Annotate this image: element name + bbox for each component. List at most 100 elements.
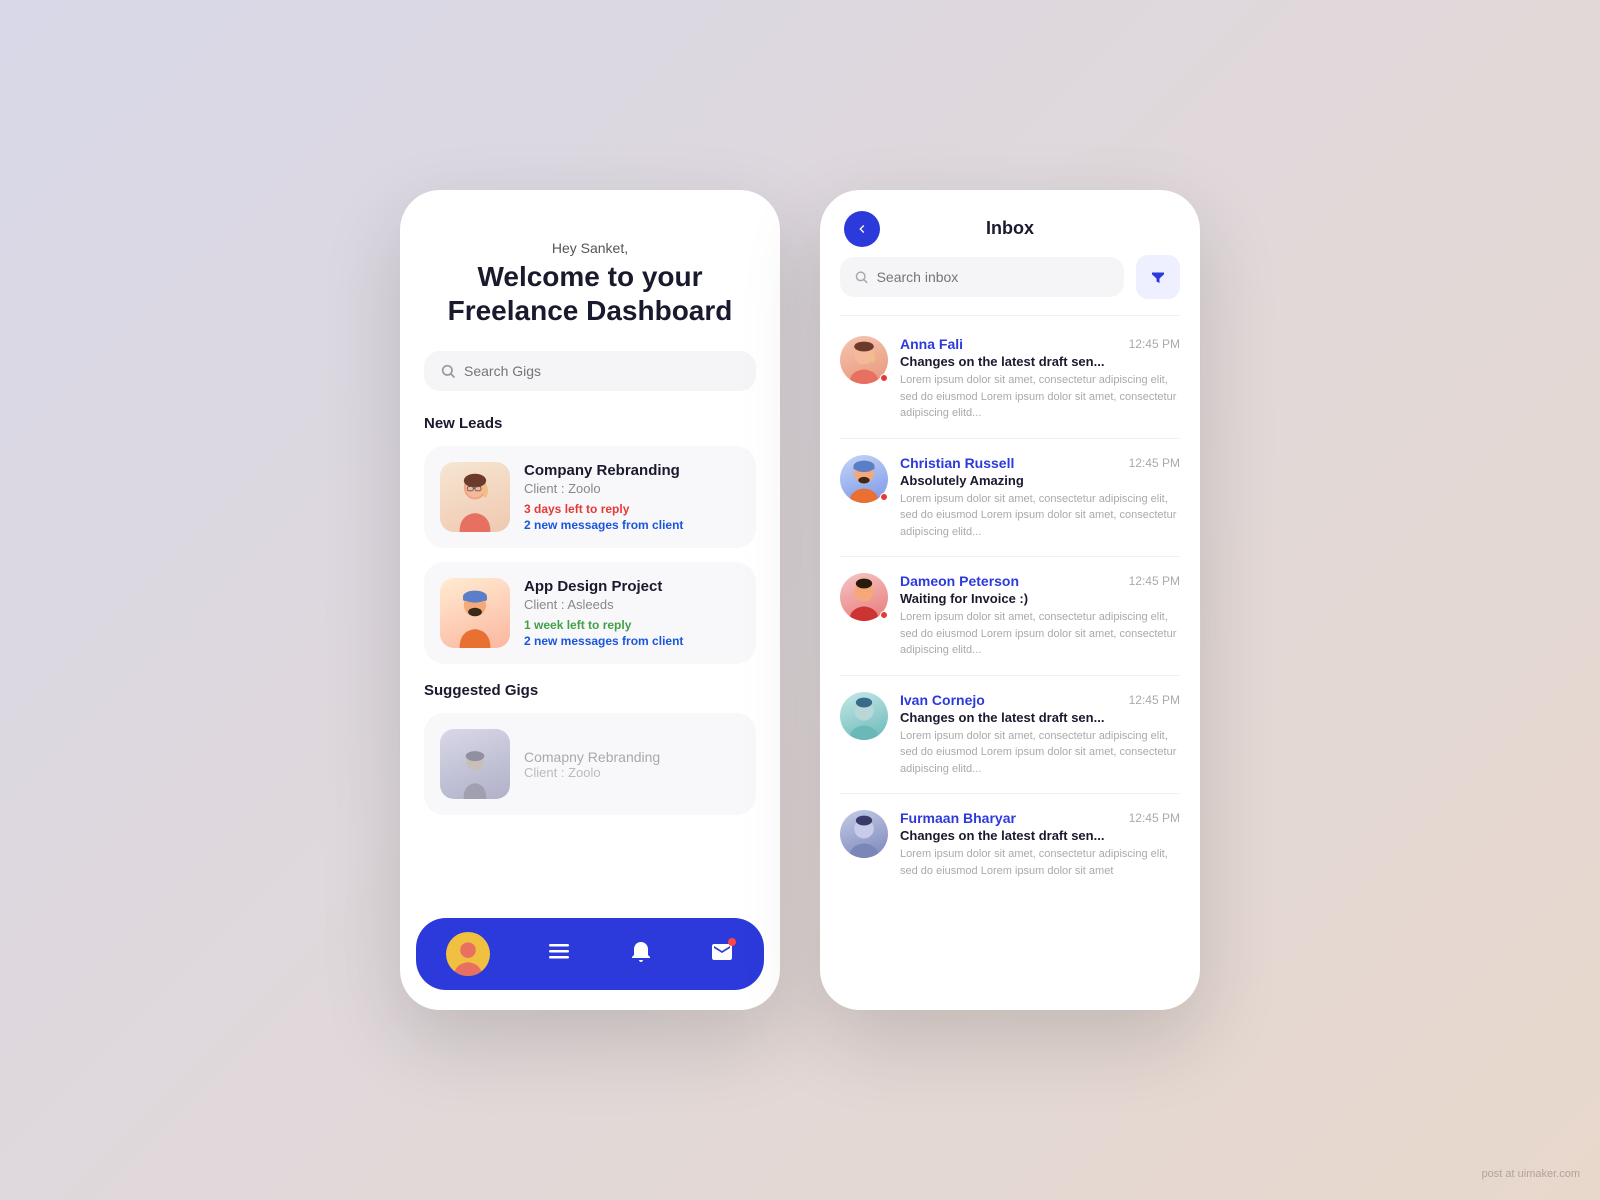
filter-button[interactable] — [1136, 255, 1180, 299]
unread-dot-0 — [880, 374, 888, 382]
inbox-item-3[interactable]: Ivan Cornejo 12:45 PM Changes on the lat… — [840, 676, 1180, 795]
inbox-item-1[interactable]: Christian Russell 12:45 PM Absolutely Am… — [840, 439, 1180, 558]
unread-dot-1 — [880, 493, 888, 501]
nav-bell-wrapper — [629, 940, 653, 969]
watermark: post at uimaker.com — [1482, 1168, 1580, 1180]
suggested-info-1: Comapny Rebranding Client : Zoolo — [524, 749, 740, 780]
filter-icon — [1149, 268, 1167, 286]
suggested-title: Suggested Gigs — [424, 682, 756, 699]
lead-messages-2: 2 new messages from client — [524, 634, 740, 648]
inbox-content-4: Furmaan Bharyar 12:45 PM Changes on the … — [900, 810, 1180, 879]
inbox-row1-3: Ivan Cornejo 12:45 PM — [900, 692, 1180, 708]
inbox-header: Inbox — [820, 190, 1200, 255]
lead-card-1[interactable]: Company Rebranding Client : Zoolo 3 days… — [424, 446, 756, 548]
christian-russell-avatar — [844, 459, 884, 503]
inbox-row1-1: Christian Russell 12:45 PM — [900, 455, 1180, 471]
inbox-content-1: Christian Russell 12:45 PM Absolutely Am… — [900, 455, 1180, 541]
inbox-time-0: 12:45 PM — [1129, 337, 1180, 351]
inbox-time-1: 12:45 PM — [1129, 456, 1180, 470]
lead-title-1: Company Rebranding — [524, 462, 740, 479]
person-illustration-1 — [445, 472, 505, 532]
suggested-avatar-1 — [440, 729, 510, 799]
inbox-title: Inbox — [986, 218, 1034, 239]
inbox-row1-4: Furmaan Bharyar 12:45 PM — [900, 810, 1180, 826]
back-icon — [854, 221, 870, 237]
inbox-avatar-3 — [840, 692, 888, 740]
suggested-section: Suggested Gigs Comapny Rebranding Client… — [424, 682, 756, 815]
inbox-search-input[interactable] — [877, 269, 1110, 285]
new-leads-title: New Leads — [424, 415, 756, 432]
greeting: Hey Sanket, Welcome to yourFreelance Das… — [424, 240, 756, 327]
lead-avatar-2 — [440, 578, 510, 648]
lead-title-2: App Design Project — [524, 578, 740, 595]
inbox-preview-3: Lorem ipsum dolor sit amet, consectetur … — [900, 728, 1180, 778]
nav-avatar[interactable] — [446, 932, 490, 976]
inbox-search-bar[interactable] — [840, 257, 1124, 297]
unread-dot-2 — [880, 611, 888, 619]
ivan-cornejo-avatar — [844, 696, 884, 740]
inbox-subject-2: Waiting for Invoice :) — [900, 591, 1180, 606]
dameon-peterson-avatar — [844, 577, 884, 621]
furmaan-bharyar-avatar — [844, 814, 884, 858]
lead-client-1: Client : Zoolo — [524, 481, 740, 496]
inbox-row1-2: Dameon Peterson 12:45 PM — [900, 573, 1180, 589]
nav-menu-icon[interactable] — [547, 939, 571, 969]
inbox-search-icon — [854, 269, 869, 285]
person-illustration-2 — [445, 588, 505, 648]
inbox-time-4: 12:45 PM — [1129, 811, 1180, 825]
inbox-subject-0: Changes on the latest draft sen... — [900, 354, 1180, 369]
suggested-card-1[interactable]: Comapny Rebranding Client : Zoolo — [424, 713, 756, 815]
inbox-search-row — [820, 255, 1200, 315]
greeting-main: Welcome to yourFreelance Dashboard — [424, 260, 756, 327]
nav-mail-dot — [728, 938, 736, 946]
nav-profile-icon — [449, 938, 487, 976]
inbox-time-2: 12:45 PM — [1129, 574, 1180, 588]
lead-messages-1: 2 new messages from client — [524, 518, 740, 532]
lead-deadline-2: 1 week left to reply — [524, 618, 740, 632]
lead-info-2: App Design Project Client : Asleeds 1 we… — [524, 578, 740, 648]
inbox-subject-3: Changes on the latest draft sen... — [900, 710, 1180, 725]
inbox-name-2: Dameon Peterson — [900, 573, 1019, 589]
inbox-subject-4: Changes on the latest draft sen... — [900, 828, 1180, 843]
suggested-item-client: Client : Zoolo — [524, 765, 740, 780]
inbox-content-3: Ivan Cornejo 12:45 PM Changes on the lat… — [900, 692, 1180, 778]
inbox-content-0: Anna Fali 12:45 PM Changes on the latest… — [900, 336, 1180, 422]
inbox-item-4[interactable]: Furmaan Bharyar 12:45 PM Changes on the … — [840, 794, 1180, 895]
suggested-person-illustration — [450, 749, 500, 799]
inbox-name-0: Anna Fali — [900, 336, 963, 352]
lead-deadline-1: 3 days left to reply — [524, 502, 740, 516]
greeting-sub: Hey Sanket, — [424, 240, 756, 256]
inbox-divider — [840, 315, 1180, 316]
inbox-subject-1: Absolutely Amazing — [900, 473, 1180, 488]
suggested-item-title: Comapny Rebranding — [524, 749, 740, 765]
inbox-name-3: Ivan Cornejo — [900, 692, 985, 708]
inbox-content-2: Dameon Peterson 12:45 PM Waiting for Inv… — [900, 573, 1180, 659]
inbox-item-2[interactable]: Dameon Peterson 12:45 PM Waiting for Inv… — [840, 557, 1180, 676]
search-input[interactable] — [464, 363, 740, 379]
inbox-preview-2: Lorem ipsum dolor sit amet, consectetur … — [900, 609, 1180, 659]
inbox-preview-0: Lorem ipsum dolor sit amet, consectetur … — [900, 372, 1180, 422]
lead-card-2[interactable]: App Design Project Client : Asleeds 1 we… — [424, 562, 756, 664]
phone-right: Inbox — [820, 190, 1200, 1010]
inbox-item-0[interactable]: Anna Fali 12:45 PM Changes on the latest… — [840, 320, 1180, 439]
lead-avatar-1 — [440, 462, 510, 532]
search-icon — [440, 363, 456, 379]
nav-mail-wrapper — [710, 940, 734, 969]
bottom-nav — [416, 918, 764, 990]
inbox-preview-1: Lorem ipsum dolor sit amet, consectetur … — [900, 491, 1180, 541]
inbox-row1-0: Anna Fali 12:45 PM — [900, 336, 1180, 352]
lead-info-1: Company Rebranding Client : Zoolo 3 days… — [524, 462, 740, 532]
gig-search-bar[interactable] — [424, 351, 756, 391]
inbox-time-3: 12:45 PM — [1129, 693, 1180, 707]
inbox-list: Anna Fali 12:45 PM Changes on the latest… — [820, 320, 1200, 1010]
inbox-name-4: Furmaan Bharyar — [900, 810, 1016, 826]
phones-container: Hey Sanket, Welcome to yourFreelance Das… — [400, 190, 1200, 1010]
anna-fali-avatar — [844, 340, 884, 384]
inbox-name-1: Christian Russell — [900, 455, 1014, 471]
inbox-preview-4: Lorem ipsum dolor sit amet, consectetur … — [900, 846, 1180, 879]
phone-left: Hey Sanket, Welcome to yourFreelance Das… — [400, 190, 780, 1010]
back-button[interactable] — [844, 211, 880, 247]
nav-bell-icon[interactable] — [629, 940, 653, 964]
inbox-avatar-4 — [840, 810, 888, 858]
lead-client-2: Client : Asleeds — [524, 597, 740, 612]
